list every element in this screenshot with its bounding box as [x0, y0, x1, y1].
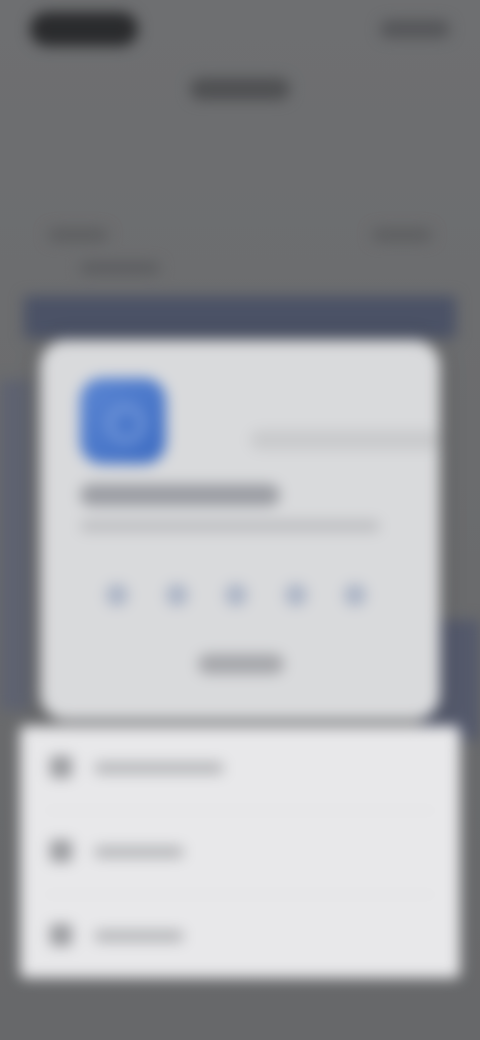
blurred-content — [0, 0, 480, 1040]
app-glyph-icon — [108, 406, 144, 442]
page-title — [190, 78, 290, 100]
status-time — [30, 12, 138, 46]
bookmark-icon — [50, 840, 72, 862]
status-bar — [0, 0, 480, 60]
sheet-item-3[interactable] — [20, 894, 460, 978]
pin-digit[interactable] — [225, 584, 247, 606]
background-strip-left — [0, 380, 30, 710]
row-right-label[interactable] — [372, 228, 432, 242]
list-icon — [50, 756, 72, 778]
row-left-label — [48, 228, 108, 242]
pin-input[interactable] — [106, 584, 366, 608]
pin-digit[interactable] — [284, 584, 307, 606]
pin-digit[interactable] — [165, 584, 188, 606]
row-sub-label — [80, 262, 160, 274]
popup-description — [80, 520, 380, 532]
sheet-item-1[interactable] — [20, 726, 460, 810]
popup-title — [80, 484, 280, 506]
pin-digit[interactable] — [344, 584, 366, 606]
popup-button[interactable] — [198, 654, 284, 674]
status-indicators — [380, 20, 450, 38]
popup-card — [40, 340, 440, 720]
background-banner — [24, 296, 456, 338]
action-sheet — [20, 726, 460, 978]
sheet-item-label — [94, 846, 184, 858]
sheet-item-2[interactable] — [20, 810, 460, 894]
app-icon — [80, 378, 166, 464]
sheet-item-label — [94, 762, 224, 774]
trash-icon — [50, 924, 72, 946]
screen — [0, 0, 480, 1040]
pin-digit[interactable] — [106, 584, 128, 606]
popup-side-text — [250, 430, 440, 450]
sheet-item-label — [94, 930, 184, 942]
